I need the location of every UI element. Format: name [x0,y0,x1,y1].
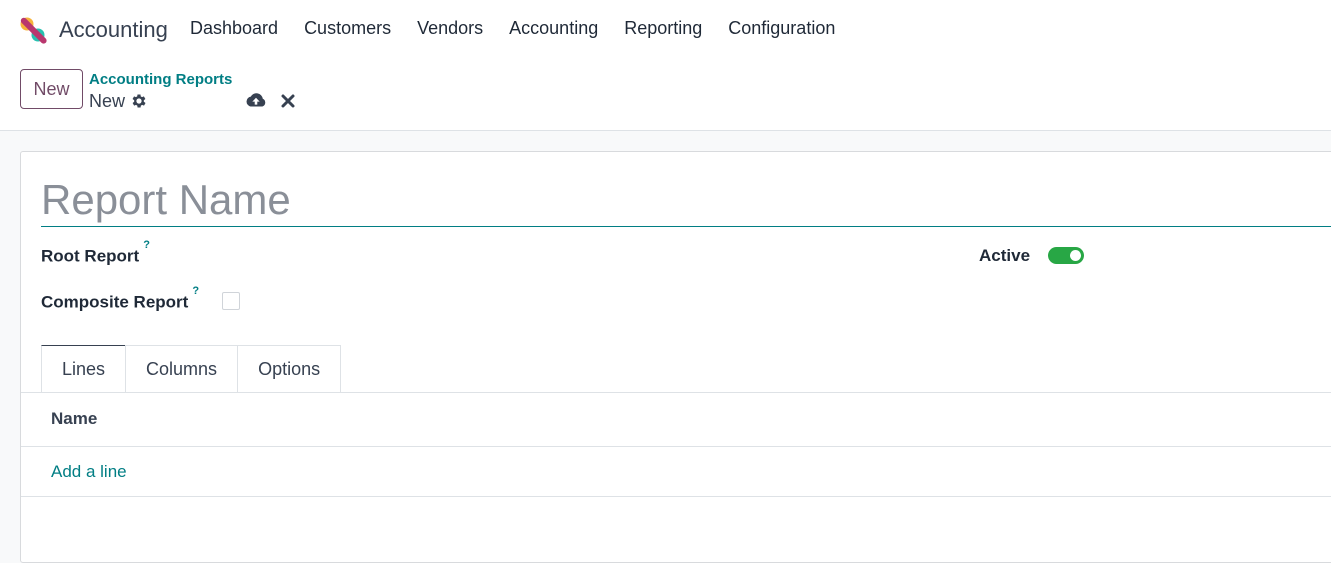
top-navbar: Accounting Dashboard Customers Vendors A… [0,0,1331,60]
form-sheet: Root Report? Active Composite Report? Li… [20,151,1331,563]
close-icon[interactable] [280,93,296,109]
tab-lines[interactable]: Lines [41,345,127,393]
tab-columns[interactable]: Columns [125,345,239,393]
main-menu: Dashboard Customers Vendors Accounting R… [190,18,861,39]
menu-accounting[interactable]: Accounting [509,18,598,39]
table-divider [21,446,1331,447]
control-panel: New Accounting Reports New [0,60,1331,131]
breadcrumb-current: New [89,91,126,111]
report-name-input[interactable] [41,174,1331,227]
cloud-upload-icon[interactable] [245,91,267,111]
root-report-help[interactable]: ? [143,239,150,251]
menu-vendors[interactable]: Vendors [417,18,483,39]
tab-options[interactable]: Options [237,345,342,393]
notebook-tabs: Lines Columns Options [41,345,342,393]
active-label: Active [979,246,1031,265]
table-divider [21,496,1331,497]
active-toggle[interactable] [1048,247,1084,264]
gear-icon[interactable] [130,92,148,110]
root-report-label: Root Report? [41,239,150,266]
composite-report-checkbox[interactable] [222,292,240,310]
toggle-knob [1070,250,1081,261]
tab-divider [21,392,1331,393]
breadcrumb-accounting-reports[interactable]: Accounting Reports [89,71,232,88]
menu-reporting[interactable]: Reporting [624,18,702,39]
accounting-app-icon[interactable] [19,16,47,44]
new-button[interactable]: New [20,69,83,109]
menu-customers[interactable]: Customers [304,18,391,39]
add-line-link[interactable]: Add a line [51,462,127,482]
composite-report-help[interactable]: ? [192,285,199,297]
app-name[interactable]: Accounting [59,17,168,43]
menu-configuration[interactable]: Configuration [728,18,835,39]
column-header-name[interactable]: Name [51,409,97,429]
menu-dashboard[interactable]: Dashboard [190,18,278,39]
composite-report-label: Composite Report? [41,285,200,312]
